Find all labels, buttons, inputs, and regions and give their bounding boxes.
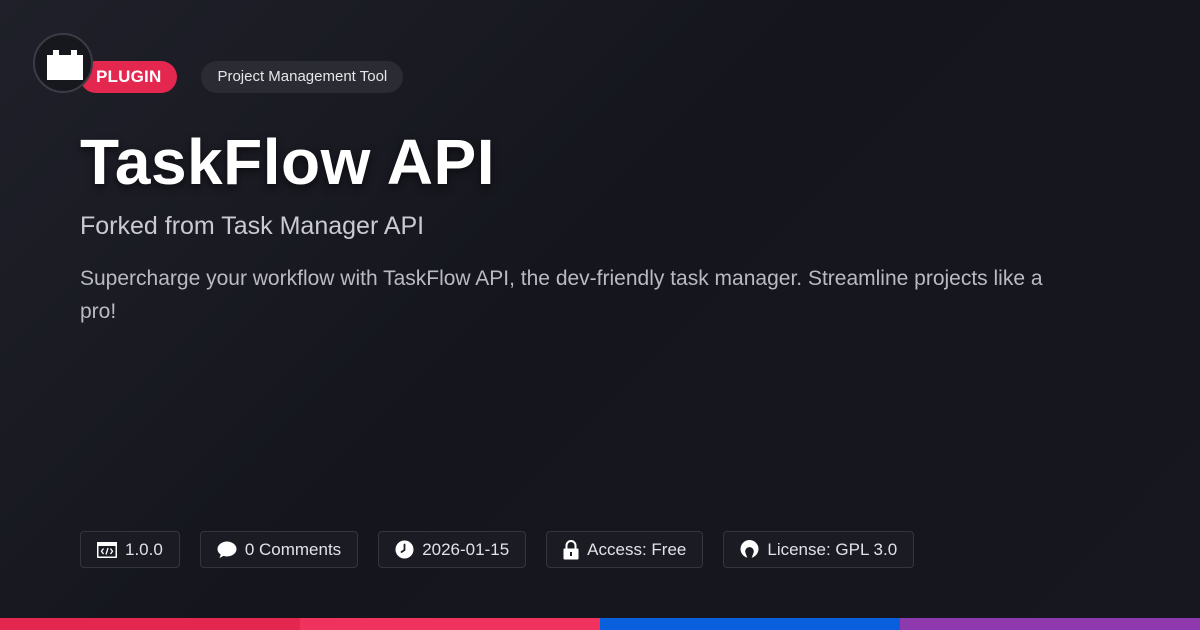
license-label: License: GPL 3.0 — [767, 539, 898, 559]
meta-row: 1.0.0 0 Comments 2026-01-15 Access: Free — [80, 531, 915, 568]
color-stripe — [0, 618, 1200, 630]
date-label: 2026-01-15 — [422, 539, 510, 559]
type-badge: PLUGIN — [80, 61, 178, 93]
comments-meta[interactable]: 0 Comments — [199, 531, 359, 568]
page-title: TaskFlow API — [80, 126, 495, 198]
description: Supercharge your workflow with TaskFlow … — [80, 267, 1043, 323]
license-meta[interactable]: License: GPL 3.0 — [723, 531, 915, 568]
category-badge[interactable]: Project Management Tool — [201, 61, 404, 93]
code-window-icon — [97, 541, 117, 558]
plugin-card: PLUGIN Project Management Tool TaskFlow … — [0, 0, 1200, 630]
badge-row: PLUGIN Project Management Tool — [80, 61, 404, 93]
version-label: 1.0.0 — [125, 539, 163, 559]
plugin-block-icon — [47, 50, 83, 80]
stripe-segment — [600, 618, 900, 630]
stripe-segment — [900, 618, 1200, 630]
open-source-icon — [740, 540, 759, 558]
lock-icon — [563, 539, 579, 559]
logo — [33, 33, 93, 93]
stripe-segment — [300, 618, 600, 630]
access-meta: Access: Free — [546, 531, 704, 568]
fork-subtitle: Forked from Task Manager API — [80, 212, 425, 240]
clock-icon — [395, 540, 414, 559]
stripe-segment — [0, 618, 300, 630]
version-meta: 1.0.0 — [80, 531, 180, 568]
date-meta: 2026-01-15 — [378, 531, 527, 568]
access-label: Access: Free — [587, 539, 687, 559]
speech-bubble-icon — [217, 541, 237, 558]
comments-label: 0 Comments — [244, 539, 342, 559]
